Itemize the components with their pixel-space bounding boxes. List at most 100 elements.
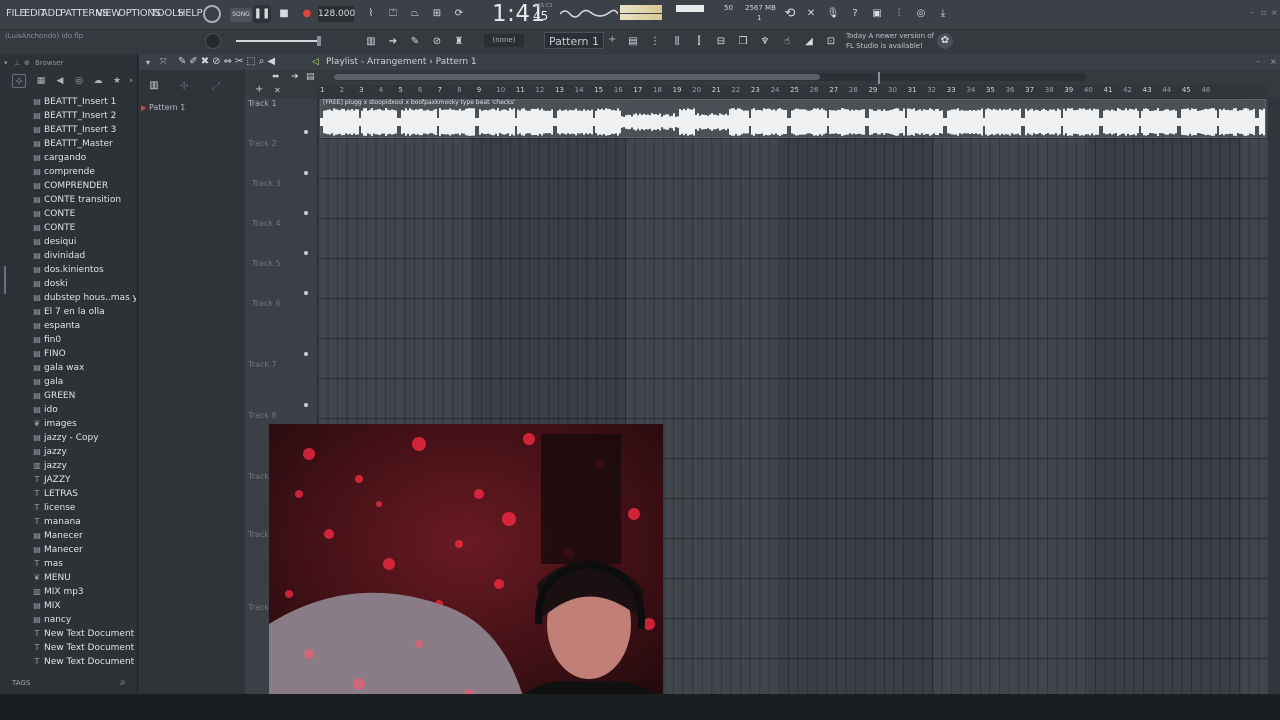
browser-item[interactable]: ▤ CONTE bbox=[30, 207, 136, 221]
browser-item[interactable]: Tlicense bbox=[30, 501, 136, 515]
tempo-display[interactable]: 128.000 bbox=[318, 6, 355, 22]
plugin-icon[interactable]: ♆ bbox=[756, 33, 774, 51]
browser-item[interactable]: ▤ gala bbox=[30, 375, 136, 389]
paint-tool-icon[interactable]: ✐ bbox=[189, 56, 200, 67]
master-pitch-knob-icon[interactable] bbox=[205, 33, 221, 49]
save-icon[interactable]: ▣ bbox=[868, 5, 886, 23]
track-move-icon[interactable]: ⬌ bbox=[272, 72, 280, 82]
browser-window-icon[interactable]: ⊟ bbox=[712, 33, 730, 51]
cart-icon[interactable]: ⊡ bbox=[822, 33, 840, 51]
vertical-scrollbar[interactable] bbox=[1268, 98, 1280, 694]
browser-item[interactable]: T New Text Document (4) bbox=[30, 655, 136, 669]
playlist-move-icon[interactable]: ⤧ bbox=[160, 57, 166, 67]
clipboard-icon[interactable]: ❒ bbox=[734, 33, 752, 51]
browser-item[interactable]: ▤ Manecer bbox=[30, 529, 136, 543]
song-position-marker[interactable] bbox=[878, 72, 880, 84]
browser-item[interactable]: T New Text Document (3) bbox=[30, 641, 136, 655]
browser-item[interactable]: ▤ BEATTT_Insert 1 bbox=[30, 95, 136, 109]
browser-item[interactable]: ▤ nancy bbox=[30, 613, 136, 627]
browser-more-icon[interactable]: › bbox=[124, 74, 138, 88]
browser-item[interactable]: ▤ comprende bbox=[30, 165, 136, 179]
stamp-icon[interactable]: ♜ bbox=[450, 33, 468, 51]
search-icon[interactable]: ⌕ bbox=[120, 677, 126, 688]
track-label[interactable]: Track 6 bbox=[252, 299, 281, 308]
pattern-select[interactable]: Pattern 1 bbox=[544, 32, 604, 49]
track-label[interactable]: Track 8 bbox=[248, 411, 277, 420]
mixer-icon[interactable]: ⫶ bbox=[890, 5, 908, 23]
pause-button[interactable]: ❚❚ bbox=[253, 5, 271, 23]
playlist-tools[interactable]: ✎✐✖⊘⇔✂⬚⌕◀ bbox=[178, 56, 278, 67]
countdown-icon[interactable]: ⏢ bbox=[406, 5, 424, 23]
browser-item[interactable]: ❦ images bbox=[30, 417, 136, 431]
select-tool-icon[interactable]: ⬚ bbox=[246, 56, 258, 67]
browser-menu-icon[interactable]: ▾ bbox=[4, 59, 8, 67]
master-volume-handle[interactable] bbox=[317, 36, 321, 46]
pin-icon[interactable]: ⊥ bbox=[14, 59, 20, 67]
browser-item[interactable]: T JAZZY bbox=[30, 473, 136, 487]
track-mute-led[interactable] bbox=[304, 352, 308, 356]
menu-help[interactable]: HELP bbox=[178, 8, 203, 19]
channel-rack-icon[interactable]: ⋮ bbox=[646, 33, 664, 51]
undo-icon[interactable]: ⟲ bbox=[781, 5, 799, 23]
track-mute-led[interactable] bbox=[304, 251, 308, 255]
arrow-right-icon[interactable]: ➔ bbox=[384, 33, 402, 51]
timeline-ruler[interactable]: 1 2 3 4 5 6 7 8 9 10 11 12 13 14 15 16 17 18 19 20 21 22 23 24 2… bbox=[318, 85, 1268, 97]
download-icon[interactable]: ⤓ bbox=[934, 5, 952, 23]
update-hint[interactable]: Today A newer version of FL Studio is av… bbox=[846, 31, 934, 51]
brush-icon[interactable]: ✎ bbox=[406, 33, 424, 51]
browser-item[interactable]: ▤dubstep hous..mas y mas bbox=[30, 291, 136, 305]
track-label[interactable]: Track 1 bbox=[248, 99, 277, 108]
track-label[interactable]: Track bbox=[248, 530, 269, 539]
draw-tool-icon[interactable]: ✎ bbox=[178, 56, 189, 67]
loop-record-icon[interactable]: ⟳ bbox=[450, 5, 468, 23]
browser-item[interactable]: ▤ cargando bbox=[30, 151, 136, 165]
playlist-menu-icon[interactable]: ▾ bbox=[146, 58, 150, 67]
master-volume-slider[interactable] bbox=[236, 40, 320, 42]
add-pattern-icon[interactable]: + bbox=[608, 34, 616, 45]
browser-item[interactable]: ▤ FINO bbox=[30, 347, 136, 361]
mixer-window-icon[interactable]: ⫼ bbox=[668, 33, 686, 51]
browser-item[interactable]: ▤ BEATTT_Insert 3 bbox=[30, 123, 136, 137]
clear-icon[interactable]: ✕ bbox=[274, 86, 281, 95]
browser-item[interactable]: ▤ ido bbox=[30, 403, 136, 417]
stop-button[interactable]: ■ bbox=[275, 5, 293, 23]
fl-logo-icon[interactable]: ✿ bbox=[937, 33, 953, 49]
browser-item[interactable]: ▤ CONTE transition bbox=[30, 193, 136, 207]
browser-cloud-icon[interactable]: ☁ bbox=[91, 74, 105, 88]
track-label[interactable]: Track 5 bbox=[252, 259, 281, 268]
browser-item[interactable]: ▤ fin0 bbox=[30, 333, 136, 347]
browser-item[interactable]: ▤ jazzy - Copy bbox=[30, 431, 136, 445]
browser-item[interactable]: ▤ jazzy bbox=[30, 445, 136, 459]
browser-item[interactable]: ▤ COMPRENDER bbox=[30, 179, 136, 193]
track-label[interactable]: Track 2 bbox=[248, 139, 277, 148]
wait-input-icon[interactable]: ⏍ bbox=[384, 5, 402, 23]
link-icon[interactable]: ⊘ bbox=[428, 33, 446, 51]
record-button[interactable]: ● bbox=[298, 5, 316, 23]
mute-tool-icon[interactable]: ⊘ bbox=[212, 56, 223, 67]
browser-plugin-icon[interactable]: ◎ bbox=[72, 74, 86, 88]
piano-roll-window-icon[interactable]: ⫿ bbox=[690, 33, 708, 51]
browser-item[interactable]: ▥ jazzy bbox=[30, 459, 136, 473]
slice-tool-icon[interactable]: ✂ bbox=[235, 56, 246, 67]
chat-icon[interactable]: ◎ bbox=[912, 5, 930, 23]
playback-tool-icon[interactable]: ◀ bbox=[267, 56, 278, 67]
slip-tool-icon[interactable]: ⇔ bbox=[224, 56, 235, 67]
browser-scroll-indicator[interactable] bbox=[4, 266, 6, 294]
help-icon[interactable]: ? bbox=[846, 5, 864, 23]
browser-item[interactable]: ▤ MIX bbox=[30, 599, 136, 613]
track-mute-led[interactable] bbox=[304, 211, 308, 215]
track-label[interactable]: Track 3 bbox=[252, 179, 281, 188]
browser-item[interactable]: ▤ doski bbox=[30, 277, 136, 291]
maximize-icon[interactable]: ▫ bbox=[1261, 8, 1266, 17]
step-edit-icon[interactable]: ⊞ bbox=[428, 5, 446, 23]
browser-item[interactable]: ▥ MIX mp3 bbox=[30, 585, 136, 599]
tags-label[interactable]: TAGS bbox=[12, 679, 30, 687]
add-track-icon[interactable]: + bbox=[255, 84, 263, 95]
track-label[interactable]: Track bbox=[248, 603, 269, 612]
browser-item[interactable]: ▤ El 7 en la olla bbox=[30, 305, 136, 319]
close-icon[interactable]: × bbox=[1271, 8, 1278, 17]
browser-item[interactable]: ▤ divinidad bbox=[30, 249, 136, 263]
menu-file[interactable]: FILE bbox=[6, 8, 26, 19]
browser-item[interactable]: ▤ BEATTT_Insert 2 bbox=[30, 109, 136, 123]
speaker-icon[interactable]: ◢ bbox=[800, 33, 818, 51]
